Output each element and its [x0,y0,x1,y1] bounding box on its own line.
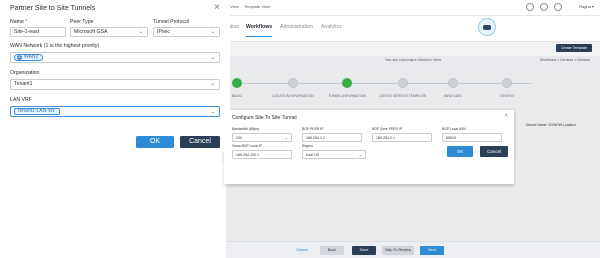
required-mark: * [25,19,28,25]
field-label: Region [302,144,313,148]
priority-badge: 1 [17,55,22,60]
field-label: BGP Zone PEER IP [372,127,403,131]
field-label: Bandwidth (KBps) [232,127,260,131]
wan-chip[interactable]: 1 WAN2 [14,54,44,61]
name-input[interactable]: Site-1-east [10,27,66,37]
wan-network-multiselect[interactable]: 1 WAN2 ⌄ [10,52,220,63]
bandwidth-select[interactable]: 200 ⌄ [232,133,292,142]
field-label: BGP PEER IP [302,127,324,131]
chevron-down-icon: ⌄ [210,109,215,115]
tunnel-protocol-label: Tunnel Protocol [153,19,190,25]
tab-workflows[interactable]: Workflows [246,24,273,37]
lan-vrf-select[interactable]: Tenant1-LAN-VR ⌄ [10,106,220,117]
chevron-down-icon: ⌄ [210,29,215,35]
footer-back-button[interactable]: Back [320,246,344,255]
chevron-down-icon: ⌄ [358,152,362,157]
chevron-down-icon: ⌄ [210,81,215,87]
close-icon[interactable]: × [214,2,220,13]
bgp-zone-peer-ip-input[interactable]: 169.254.2.1 [372,133,432,142]
partner-tunnels-dialog: Partner Site to Site Tunnels × Name * Si… [0,0,230,152]
topbar-link-view[interactable]: View [230,4,239,9]
tab-administration[interactable]: Administration [280,24,313,30]
lan-vrf-label: LAN VRF [10,97,32,103]
dialog-title: Partner Site to Site Tunnels [10,5,96,12]
organization-select[interactable]: Tenant1 ⌄ [10,79,220,90]
footer-skip-to-review-button[interactable]: Skip To Review [382,246,414,255]
app-topbar: View Template View Raghu ▾ [226,0,600,16]
versa-bgp-local-ip-input[interactable]: 169.254.100.1 [232,150,292,159]
create-template-button[interactable]: Create Template [556,44,592,52]
chevron-down-icon: ⌄ [210,55,215,61]
chip-label: Tenant1-LAN-VR [17,108,55,114]
tunnel-protocol-value: IPsec [157,29,170,35]
chevron-down-icon: ⌄ [284,135,288,140]
organization-value: Tenant1 [14,81,33,87]
close-icon[interactable]: × [504,113,508,119]
bgp-local-asn-input[interactable]: 65515 [442,133,502,142]
breadcrumb: Workflows > Devices > Devices [539,58,590,62]
name-label-text: Name [10,19,24,25]
ok-button[interactable]: OK [136,136,174,148]
field-value: 200 [236,136,242,140]
chip-label: WAN2 [24,54,39,60]
footer-save-button[interactable]: Save [352,246,376,255]
settings-icon[interactable] [554,3,562,11]
field-label: BGP Local ASN [442,127,466,131]
peer-type-select[interactable]: Microsoft GSA ⌄ [70,27,148,37]
screen: View Template View Raghu ▾ ation Workflo… [0,0,600,258]
modal-ok-button[interactable]: OK [447,146,473,157]
notification-icon[interactable] [526,3,534,11]
field-value: 65515 [446,136,456,140]
workflow-footer: Cancel Back Save Skip To Review Next [226,241,600,258]
footer-cancel-button[interactable]: Cancel [290,246,314,255]
field-value: 169.254.2.1 [376,136,395,140]
main-nav: ation Workflows Administration Analytics [226,16,600,42]
name-value: Site-1-east [14,29,40,35]
modal-cancel-button[interactable]: Cancel [480,146,508,157]
wan-network-label: WAN Network (1 is the highest priority) [10,43,100,49]
field-value: East US [306,153,320,157]
field-value: 169.254.1.2 [306,136,325,140]
footer-next-button[interactable]: Next [420,246,444,255]
organization-label: Organization [10,70,40,76]
device-name-hint: Device Name: SGWHW-Location [526,123,576,127]
tab-analytics[interactable]: Analytics [321,24,342,30]
help-icon[interactable] [540,3,548,11]
topbar-link-template-view[interactable]: Template View [244,4,270,9]
configure-tunnel-modal-body: Versa BGP Local IP 169.254.100.1 Region … [224,144,514,184]
lan-vrf-chip[interactable]: Tenant1-LAN-VR [14,108,60,115]
peer-type-value: Microsoft GSA [74,29,108,35]
region-select[interactable]: East US ⌄ [302,150,366,159]
field-value: 169.254.100.1 [236,153,259,157]
chevron-down-icon: ⌄ [138,29,143,35]
user-menu[interactable]: Raghu ▾ [579,4,594,9]
tunnel-protocol-select[interactable]: IPsec ⌄ [153,27,220,37]
field-label: Versa BGP Local IP [232,144,262,148]
modal-title: Configure Site To Site Tunnel [232,115,297,121]
peer-type-label: Peer Type [70,19,94,25]
cancel-button[interactable]: Cancel [180,136,220,148]
name-label: Name * [10,19,27,25]
bgp-peer-ip-input[interactable]: 169.254.1.2 [302,133,362,142]
assistant-robot-icon[interactable] [478,18,496,36]
